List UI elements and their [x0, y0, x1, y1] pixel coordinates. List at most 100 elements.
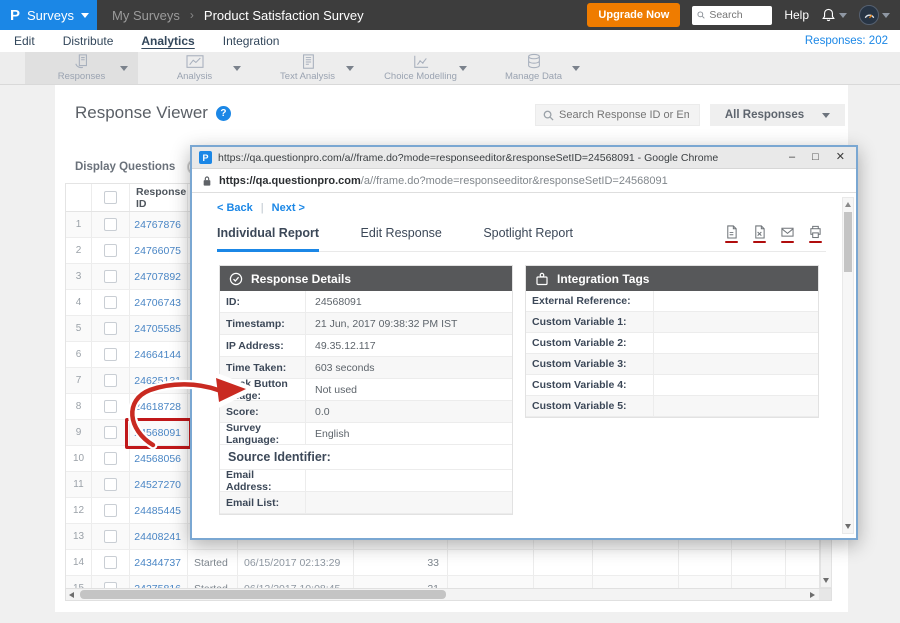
row-checkbox[interactable]	[104, 218, 117, 231]
chevron-down-icon[interactable]	[233, 66, 241, 71]
response-id-link[interactable]: 24275816	[130, 576, 188, 588]
scroll-right-icon[interactable]	[810, 592, 815, 598]
back-link[interactable]: < Back	[217, 202, 253, 214]
response-id-link[interactable]: 24705585	[130, 316, 188, 341]
maximize-button[interactable]: □	[812, 152, 819, 163]
scrollbar-thumb[interactable]	[80, 590, 446, 599]
survey-nav: Edit Distribute Analytics Integration Re…	[0, 30, 900, 52]
window-title-bar[interactable]: P https://qa.questionpro.com/a//frame.do…	[192, 147, 856, 169]
breadcrumb-my-surveys[interactable]: My Surveys	[112, 8, 180, 23]
row-checkbox[interactable]	[104, 530, 117, 543]
response-id-link[interactable]: 24707892	[130, 264, 188, 289]
detail-row: Email Address:	[220, 470, 512, 492]
row-checkbox[interactable]	[104, 270, 117, 283]
row-number: 7	[66, 368, 92, 393]
help-icon[interactable]: ?	[216, 106, 231, 121]
detail-value	[306, 470, 512, 491]
next-link[interactable]: Next >	[272, 202, 305, 214]
response-search[interactable]	[535, 104, 700, 126]
nav-edit[interactable]: Edit	[14, 34, 35, 48]
notifications-button[interactable]	[821, 7, 847, 23]
nav-integration[interactable]: Integration	[223, 34, 280, 48]
row-checkbox[interactable]	[104, 374, 117, 387]
header-response-id[interactable]: Response ID	[130, 184, 188, 211]
row-checkbox[interactable]	[104, 348, 117, 361]
response-filter-dropdown[interactable]: All Responses	[710, 104, 845, 126]
response-id-link[interactable]: 24408241	[130, 524, 188, 549]
row-number: 6	[66, 342, 92, 367]
red-underline	[725, 241, 738, 244]
response-id-link[interactable]: 24766075	[130, 238, 188, 263]
account-menu[interactable]	[859, 5, 890, 25]
row-checkbox[interactable]	[104, 556, 117, 569]
popup-scrollbar[interactable]	[842, 197, 854, 534]
minimize-button[interactable]: –	[789, 152, 795, 163]
header-checkbox-cell	[92, 184, 130, 211]
toolbar-manage-data[interactable]: Manage Data	[477, 52, 590, 84]
app-menu-surveys[interactable]: P Surveys	[0, 0, 97, 30]
tab-spotlight-report[interactable]: Spotlight Report	[483, 223, 573, 252]
upgrade-now-button[interactable]: Upgrade Now	[587, 3, 680, 27]
scroll-left-icon[interactable]	[69, 592, 74, 598]
tag-value	[654, 312, 818, 332]
row-checkbox[interactable]	[104, 478, 117, 491]
chevron-down-icon[interactable]	[572, 66, 580, 71]
scroll-down-icon[interactable]	[845, 524, 851, 529]
row-checkbox[interactable]	[104, 400, 117, 413]
help-link[interactable]: Help	[784, 8, 809, 22]
nav-analytics[interactable]: Analytics	[141, 34, 194, 48]
response-id-link[interactable]: 24344737	[130, 550, 188, 575]
toolbar-text-analysis[interactable]: Text Analysis	[251, 52, 364, 84]
row-checkbox[interactable]	[104, 452, 117, 465]
tag-value	[654, 291, 818, 311]
header-row-number	[66, 184, 92, 211]
address-bar[interactable]: https://qa.questionpro.com/a//frame.do?m…	[192, 169, 856, 193]
toolbar-label: Analysis	[177, 71, 212, 82]
row-checkbox[interactable]	[104, 322, 117, 335]
tag-label: Custom Variable 4:	[526, 375, 654, 395]
response-id-link[interactable]: 24485445	[130, 498, 188, 523]
row-number: 4	[66, 290, 92, 315]
row-checkbox[interactable]	[104, 244, 117, 257]
row-checkbox[interactable]	[104, 426, 117, 439]
select-all-checkbox[interactable]	[104, 191, 117, 204]
scrollbar-thumb[interactable]	[844, 212, 852, 272]
row-number: 13	[66, 524, 92, 549]
export-excel-button[interactable]	[753, 225, 766, 243]
chevron-down-icon[interactable]	[120, 66, 128, 71]
row-checkbox-cell	[92, 524, 130, 549]
tab-individual-report[interactable]: Individual Report	[217, 223, 319, 252]
toolbar-choice-modelling[interactable]: Choice Modelling	[364, 52, 477, 84]
global-search-input[interactable]	[709, 9, 767, 21]
tab-edit-response[interactable]: Edit Response	[361, 223, 442, 252]
chevron-down-icon[interactable]	[346, 66, 354, 71]
red-underline	[809, 241, 822, 244]
row-checkbox-cell	[92, 238, 130, 263]
toolbar-responses[interactable]: Responses	[25, 52, 138, 84]
export-pdf-button[interactable]	[725, 225, 738, 243]
response-id-link[interactable]: 24706743	[130, 290, 188, 315]
print-button[interactable]	[809, 225, 822, 243]
manage-data-icon	[524, 54, 544, 70]
response-id-link[interactable]: 24527270	[130, 472, 188, 497]
table-horizontal-scrollbar[interactable]	[65, 588, 832, 601]
email-report-button[interactable]	[781, 225, 794, 243]
search-icon	[697, 10, 705, 20]
toolbar-analysis[interactable]: Analysis	[138, 52, 251, 84]
scroll-down-icon[interactable]	[823, 578, 829, 583]
analytics-toolbar: Responses Analysis Text Analysis Choice …	[0, 52, 900, 85]
tag-label: External Reference:	[526, 291, 654, 311]
close-button[interactable]: ✕	[836, 152, 845, 163]
chevron-down-icon[interactable]	[459, 66, 467, 71]
detail-value: 49.35.12.117	[306, 335, 512, 356]
scroll-up-icon[interactable]	[845, 202, 851, 207]
row-checkbox[interactable]	[104, 504, 117, 517]
detail-value: English	[306, 423, 512, 444]
response-search-input[interactable]	[559, 109, 689, 121]
app-menu-label: Surveys	[27, 8, 74, 23]
nav-distribute[interactable]: Distribute	[63, 34, 114, 48]
response-id-link[interactable]: 24767876	[130, 212, 188, 237]
row-checkbox[interactable]	[104, 296, 117, 309]
global-search[interactable]	[692, 6, 772, 25]
detail-label: ID:	[220, 291, 306, 312]
